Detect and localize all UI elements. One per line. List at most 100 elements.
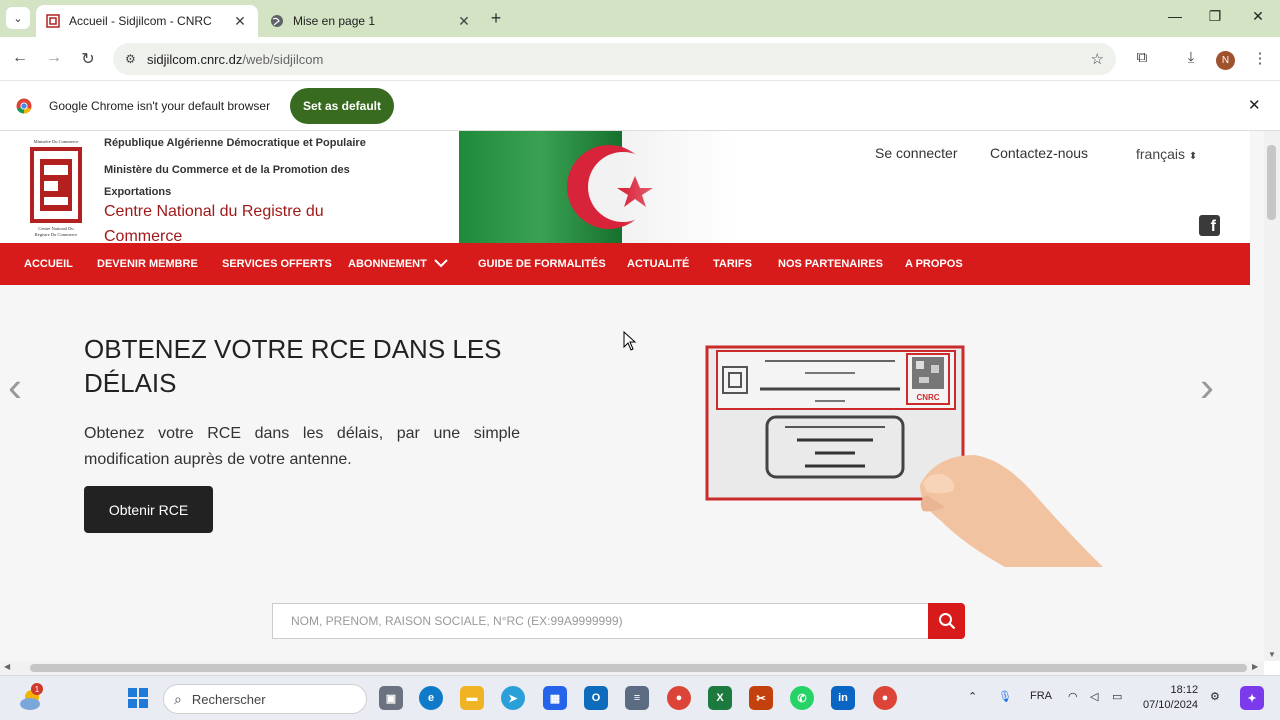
default-browser-infobar: Google Chrome isn't your default browser… <box>0 81 1280 131</box>
hero-title: OBTENEZ VOTRE RCE DANS LES DÉLAIS <box>84 334 502 398</box>
header-ministry: Ministère du Commerce et de la Promotion… <box>104 164 350 198</box>
login-link[interactable]: Se connecter <box>875 145 958 161</box>
contact-link[interactable]: Contactez-nous <box>990 145 1088 161</box>
svg-text:Ministère Du Commerce: Ministère Du Commerce <box>34 139 79 144</box>
site-header: Ministère Du Commerce Centre National Du… <box>0 131 1250 245</box>
set-as-default-button[interactable]: Set as default <box>290 88 394 124</box>
sort-arrows-icon: ⬍ <box>1188 151 1198 162</box>
horizontal-scrollbar[interactable]: ◀ ▶ <box>0 661 1264 675</box>
search-icon: ⌕ <box>174 690 182 707</box>
notifications-icon[interactable]: ⚙ <box>1210 690 1220 703</box>
copilot-icon[interactable]: ✦ <box>1240 686 1264 710</box>
menu-kebab-icon[interactable]: ⋮ <box>1249 49 1271 67</box>
obtenir-rce-button[interactable]: Obtenir RCE <box>84 486 213 533</box>
nav-services-offerts[interactable]: SERVICES OFFERTS <box>222 258 332 270</box>
taskbar-search-label: Recherscher <box>191 691 266 707</box>
tab-title: Accueil - Sidjilcom - CNRC <box>69 14 212 28</box>
bookmark-star-icon[interactable]: ☆ <box>1091 50 1104 68</box>
excel-icon[interactable]: X <box>708 686 732 710</box>
tray-overflow-icon[interactable]: ⌃ <box>968 690 977 703</box>
telegram-icon[interactable]: ➤ <box>501 686 525 710</box>
new-tab-button[interactable]: + <box>486 8 506 29</box>
scroll-down-icon[interactable]: ▼ <box>1268 650 1276 659</box>
nav-accueil[interactable]: ACCUEIL <box>24 258 73 270</box>
svg-text:Registre Du Commerce: Registre Du Commerce <box>35 232 78 237</box>
search-icon <box>938 613 955 630</box>
back-icon[interactable]: ← <box>10 49 30 67</box>
task-view-icon[interactable]: ▣ <box>379 686 403 710</box>
browser-toolbar: ← → ↻ ⚙ sidjilcom.cnrc.dz/web/sidjilcom … <box>0 37 1280 81</box>
chrome-taskbar-icon[interactable]: ● <box>667 686 691 710</box>
carousel-prev-icon[interactable]: ‹ <box>8 363 22 411</box>
reload-icon[interactable]: ↻ <box>78 49 98 69</box>
url-path: /web/sidjilcom <box>242 51 324 67</box>
taskbar-search[interactable]: ⌕ Recherscher <box>163 684 367 714</box>
nav-actualite[interactable]: ACTUALITÉ <box>627 258 689 270</box>
site-info-icon[interactable]: ⚙ <box>125 52 139 66</box>
store-icon[interactable]: ▦ <box>543 686 567 710</box>
whatsapp-icon[interactable]: ✆ <box>790 686 814 710</box>
tab-mise-en-page[interactable]: Mise en page 1 ✕ <box>262 5 480 37</box>
close-infobar-icon[interactable]: ✕ <box>1248 96 1261 114</box>
url-host: sidjilcom.cnrc.dz <box>147 51 243 67</box>
nav-guide-formalites[interactable]: GUIDE DE FORMALITÉS <box>478 258 606 270</box>
file-explorer-icon[interactable]: ▬ <box>460 686 484 710</box>
forward-icon[interactable]: → <box>44 49 64 67</box>
language-label: français <box>1136 146 1186 162</box>
scroll-left-icon[interactable]: ◀ <box>4 662 10 671</box>
search-button[interactable] <box>928 603 965 639</box>
edge-icon[interactable]: e <box>419 686 443 710</box>
notepad-icon[interactable]: ≡ <box>625 686 649 710</box>
extensions-icon[interactable]: ⧉ <box>1131 49 1153 66</box>
svg-text:CNRC: CNRC <box>916 393 939 402</box>
taskbar-clock[interactable]: 18:12 07/10/2024 <box>1143 683 1198 713</box>
volume-icon[interactable]: ◁ <box>1090 690 1098 703</box>
chrome-profile-icon[interactable]: ● <box>873 686 897 710</box>
nav-a-propos[interactable]: A PROPOS <box>905 258 963 270</box>
carousel-next-icon[interactable]: › <box>1200 363 1214 411</box>
vertical-scrollbar[interactable]: ▼ <box>1264 131 1280 661</box>
infobar-message: Google Chrome isn't your default browser <box>49 99 271 113</box>
scroll-thumb[interactable] <box>30 664 1247 672</box>
input-language[interactable]: FRA <box>1030 690 1052 702</box>
header-cnrc: Centre National du Registre du Commerce <box>104 203 324 245</box>
main-nav: ACCUEIL DEVENIR MEMBRE SERVICES OFFERTS … <box>0 243 1250 285</box>
close-window-icon[interactable]: ✕ <box>1248 8 1268 25</box>
wifi-icon[interactable]: ◠ <box>1068 690 1078 703</box>
profile-avatar[interactable]: N <box>1216 51 1235 70</box>
tab-search-button[interactable]: ⌄ <box>6 7 30 29</box>
nav-partenaires[interactable]: NOS PARTENAIRES <box>778 258 883 270</box>
facebook-icon[interactable]: f <box>1199 215 1220 236</box>
globe-icon <box>271 15 283 27</box>
cnrc-logo[interactable]: Ministère Du Commerce Centre National Du… <box>26 137 86 241</box>
snipping-tool-icon[interactable]: ✂ <box>749 686 773 710</box>
microphone-icon[interactable]: 🎙 <box>998 690 1012 703</box>
scroll-thumb[interactable] <box>1267 145 1276 220</box>
language-select[interactable]: français ⬍ <box>1136 146 1197 162</box>
close-tab-icon[interactable]: ✕ <box>456 13 472 30</box>
nav-tarifs[interactable]: TARIFS <box>713 258 752 270</box>
rce-card-in-hand-image: CNRC <box>705 345 1103 567</box>
address-bar[interactable]: ⚙ sidjilcom.cnrc.dz/web/sidjilcom ☆ <box>113 43 1116 75</box>
restore-icon[interactable]: ❐ <box>1205 8 1225 25</box>
battery-icon[interactable]: ▭ <box>1112 690 1122 703</box>
tab-accueil[interactable]: Accueil - Sidjilcom - CNRC ✕ <box>36 5 258 37</box>
nav-devenir-membre[interactable]: DEVENIR MEMBRE <box>97 258 198 270</box>
download-icon[interactable]: ⤓ <box>1180 49 1202 66</box>
windows-start-icon[interactable] <box>127 687 149 709</box>
notification-badge: 1 <box>31 683 43 695</box>
close-tab-icon[interactable]: ✕ <box>232 13 248 30</box>
linkedin-icon[interactable]: in <box>831 686 855 710</box>
clock-time: 18:12 <box>1170 684 1199 696</box>
cnrc-favicon-icon <box>46 14 60 28</box>
clock-date: 07/10/2024 <box>1143 699 1199 711</box>
windows-taskbar: 1 ⌕ Recherscher ▣ e ▬ ➤ ▦ O ≡ ● X ✂ ✆ in … <box>0 675 1280 720</box>
scroll-right-icon[interactable]: ▶ <box>1252 662 1258 671</box>
nav-abonnement[interactable]: ABONNEMENT <box>348 258 448 270</box>
search-input[interactable]: NOM, PRENOM, RAISON SOCIALE, N°RC (EX:99… <box>272 603 928 639</box>
chrome-icon <box>16 98 32 114</box>
nav-abonnement-label: ABONNEMENT <box>348 258 427 270</box>
mouse-cursor-icon <box>623 331 637 351</box>
minimize-icon[interactable]: — <box>1165 8 1185 24</box>
outlook-icon[interactable]: O <box>584 686 608 710</box>
